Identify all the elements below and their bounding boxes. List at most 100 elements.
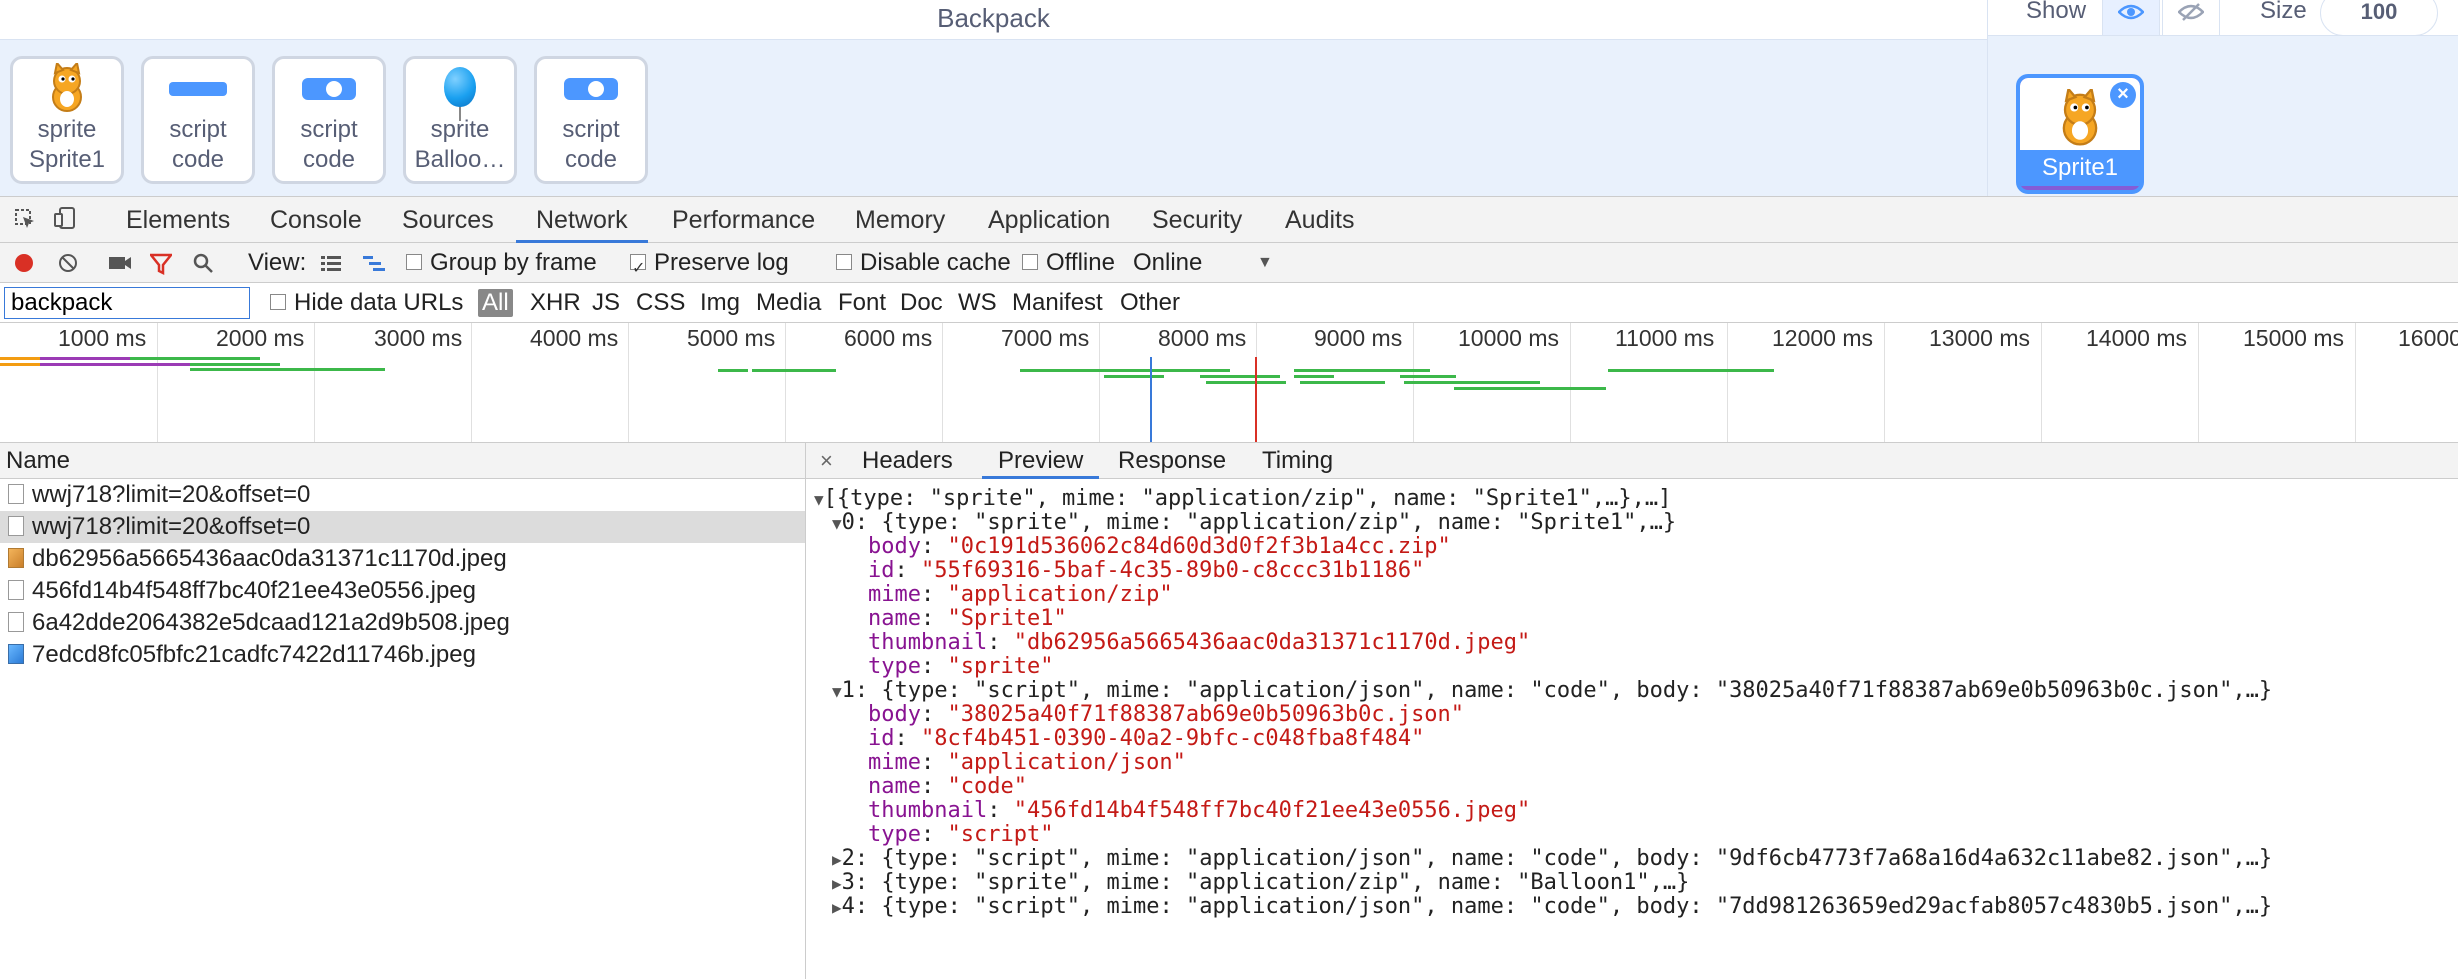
tick-line: [157, 323, 158, 442]
record-icon[interactable]: [14, 243, 34, 283]
network-overview-timeline[interactable]: 1000 ms 2000 ms 3000 ms 4000 ms 5000 ms …: [0, 323, 2458, 443]
filter-type-js[interactable]: JS: [592, 283, 620, 323]
json-item-1-row[interactable]: ▼1: {type: "script", mime: "application/…: [832, 679, 2272, 704]
timeline-request-bar: [1404, 381, 1540, 384]
filter-input[interactable]: [4, 287, 250, 319]
disable-cache-checkbox[interactable]: Disable cache: [836, 243, 1011, 283]
dom-content-loaded-marker: [1150, 357, 1152, 442]
request-row[interactable]: 6a42dde2064382e5dcaad121a2d9b508.jpeg: [0, 607, 805, 639]
request-row[interactable]: 7edcd8fc05fbfc21cadfc7422d11746b.jpeg: [0, 639, 805, 671]
size-input[interactable]: 100: [2320, 0, 2438, 36]
tab-sources[interactable]: Sources: [402, 197, 494, 243]
json-item-0-row[interactable]: ▼0: {type: "sprite", mime: "application/…: [832, 511, 1676, 536]
tab-audits[interactable]: Audits: [1285, 197, 1354, 243]
tab-timing[interactable]: Timing: [1262, 443, 1333, 479]
timeline-request-bar: [190, 363, 280, 366]
image-icon: [8, 579, 24, 600]
json-key: type: [868, 822, 921, 847]
request-list: wwj718?limit=20&offset=0 wwj718?limit=20…: [0, 479, 806, 979]
group-by-frame-checkbox[interactable]: Group by frame: [406, 243, 597, 283]
large-rows-icon[interactable]: [320, 243, 342, 283]
show-visible-button[interactable]: [2102, 0, 2160, 36]
name-column-header[interactable]: Name: [0, 443, 806, 479]
device-toolbar-icon[interactable]: [54, 199, 76, 245]
json-key: mime: [868, 582, 921, 607]
filter-type-img[interactable]: Img: [700, 283, 740, 323]
screenshot-camera-icon[interactable]: [108, 243, 132, 283]
json-prop: body: "38025a40f71f88387ab69e0b50963b0c.…: [868, 702, 1465, 727]
waterfall-icon[interactable]: [362, 243, 386, 283]
timeline-request-bar: [1608, 369, 1774, 372]
tick-line: [628, 323, 629, 442]
clear-icon[interactable]: [58, 243, 78, 283]
json-value: "script": [947, 822, 1054, 847]
inspect-element-icon[interactable]: [14, 199, 36, 245]
tick-line: [2041, 323, 2042, 442]
backpack-item-name: Balloo…: [414, 146, 506, 173]
show-hidden-button[interactable]: [2162, 0, 2220, 36]
tab-memory[interactable]: Memory: [855, 197, 945, 243]
tab-response[interactable]: Response: [1118, 443, 1226, 479]
close-icon[interactable]: ×: [820, 443, 833, 479]
request-row[interactable]: 456fd14b4f548ff7bc40f21ee43e0556.jpeg: [0, 575, 805, 607]
tab-headers[interactable]: Headers: [862, 443, 953, 479]
hide-data-urls-checkbox[interactable]: Hide data URLs: [270, 283, 463, 323]
backpack-item-code[interactable]: script code: [534, 56, 648, 184]
timeline-request-bar: [40, 363, 190, 366]
json-prop: type: "sprite": [868, 654, 1054, 679]
json-prop: type: "script": [868, 822, 1054, 847]
filter-type-other[interactable]: Other: [1120, 283, 1180, 323]
show-label: Show: [2026, 0, 2087, 24]
filter-type-font[interactable]: Font: [838, 283, 886, 323]
json-item-1-summary: 1: {type: "script", mime: "application/j…: [841, 678, 2273, 703]
backpack-item-code[interactable]: script code: [141, 56, 255, 184]
tab-preview[interactable]: Preview: [982, 443, 1100, 479]
balloon-icon: [425, 63, 495, 121]
tick-line: [471, 323, 472, 442]
expanded-triangle-icon: ▼: [814, 490, 824, 509]
block-icon: [294, 63, 364, 115]
request-name: 6a42dde2064382e5dcaad121a2d9b508.jpeg: [32, 609, 510, 636]
backpack-item-sprite1[interactable]: sprite Sprite1: [10, 56, 124, 184]
tab-elements[interactable]: Elements: [126, 197, 230, 243]
filter-icon[interactable]: [148, 243, 174, 283]
expanded-triangle-icon: ▼: [832, 682, 842, 701]
json-root-row[interactable]: ▼[{type: "sprite", mime: "application/zi…: [814, 487, 1671, 512]
backpack-item-balloon[interactable]: sprite Balloo…: [403, 56, 517, 184]
json-item-2-row[interactable]: ▶2: {type: "script", mime: "application/…: [832, 847, 2272, 872]
sprite-delete-close-icon[interactable]: ×: [2110, 82, 2136, 108]
backpack-item-code[interactable]: script code: [272, 56, 386, 184]
tick-line: [785, 323, 786, 442]
json-item-3-row[interactable]: ▶3: {type: "sprite", mime: "application/…: [832, 871, 1689, 896]
tick-label: 1000 ms: [58, 325, 147, 351]
tab-console[interactable]: Console: [270, 197, 362, 243]
timeline-request-bar: [752, 369, 836, 372]
load-event-marker: [1255, 357, 1257, 442]
json-item-4-row[interactable]: ▶4: {type: "script", mime: "application/…: [832, 895, 2272, 920]
eye-off-icon: [2177, 2, 2205, 27]
request-row[interactable]: wwj718?limit=20&offset=0: [0, 479, 805, 511]
request-name: wwj718?limit=20&offset=0: [32, 481, 311, 508]
request-row[interactable]: db62956a5665436aac0da31371c1170d.jpeg: [0, 543, 805, 575]
request-row-selected[interactable]: wwj718?limit=20&offset=0: [0, 511, 805, 543]
filter-type-manifest[interactable]: Manifest: [1012, 283, 1103, 323]
filter-type-css[interactable]: CSS: [636, 283, 685, 323]
tab-security[interactable]: Security: [1152, 197, 1242, 243]
tab-network[interactable]: Network: [516, 197, 648, 243]
offline-checkbox[interactable]: Offline: [1022, 243, 1115, 283]
preserve-log-checkbox[interactable]: Preserve log: [630, 243, 789, 289]
tick-label: 11000 ms: [1615, 325, 1715, 351]
filter-type-doc[interactable]: Doc: [900, 283, 943, 323]
filter-type-ws[interactable]: WS: [958, 283, 997, 323]
throttling-select[interactable]: Online ▼: [1133, 243, 1273, 283]
tab-performance[interactable]: Performance: [672, 197, 815, 243]
size-label: Size: [2260, 0, 2307, 24]
filter-type-all[interactable]: All: [478, 289, 513, 317]
search-icon[interactable]: [192, 243, 214, 283]
backpack-item-name: code: [564, 146, 618, 173]
filter-type-xhr[interactable]: XHR: [530, 283, 581, 323]
collapsed-triangle-icon: ▶: [832, 850, 842, 869]
backpack-item-name: code: [171, 146, 225, 173]
filter-type-media[interactable]: Media: [756, 283, 821, 323]
tab-application[interactable]: Application: [988, 197, 1110, 243]
